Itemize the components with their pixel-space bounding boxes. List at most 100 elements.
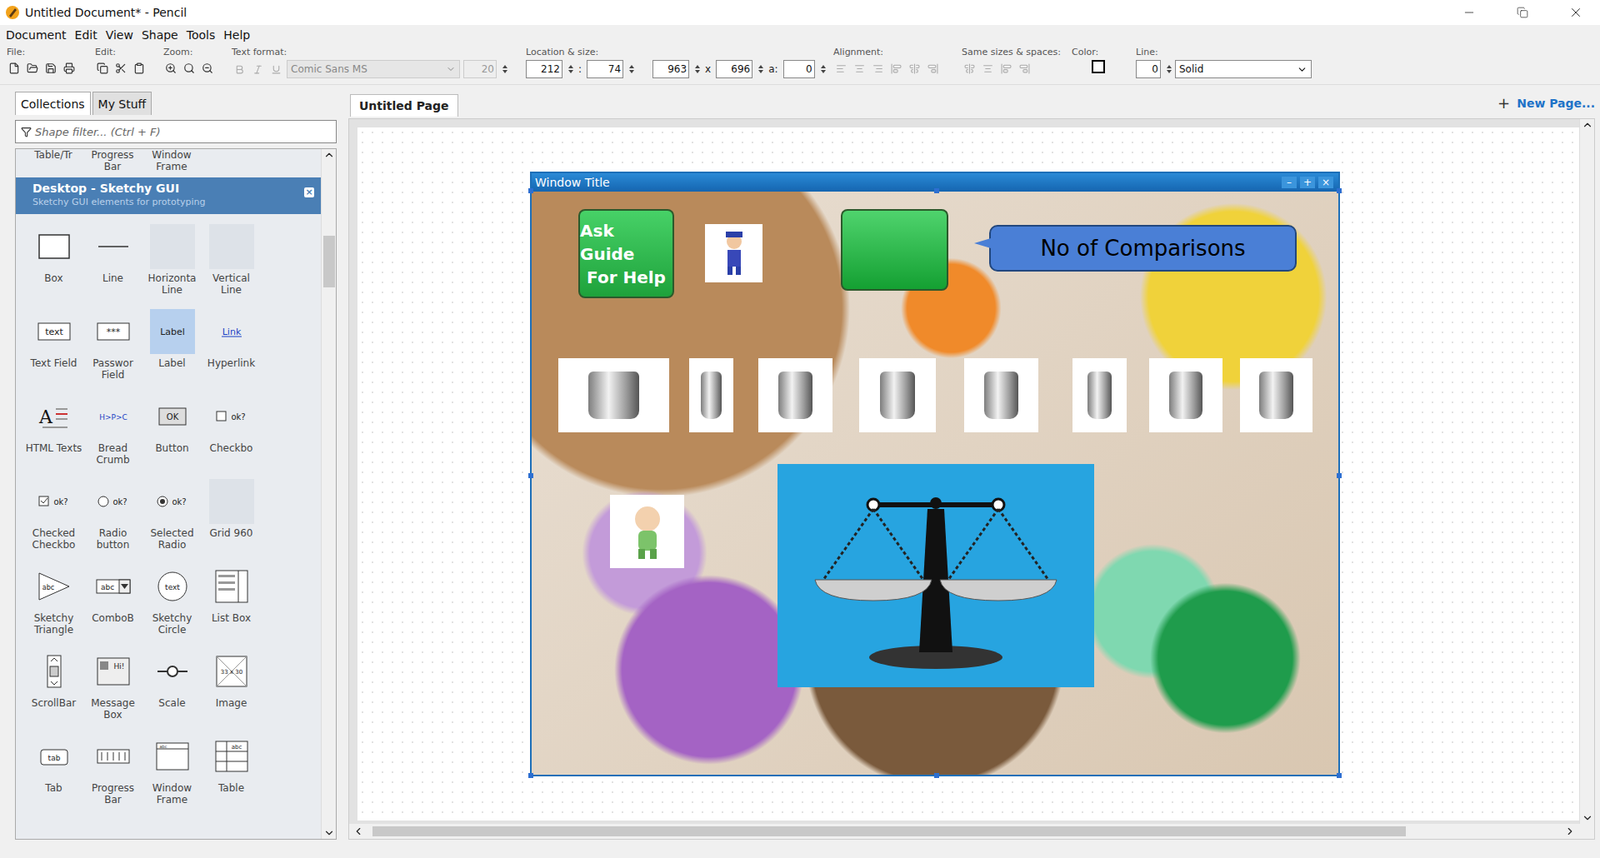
shape-item[interactable]: Progress Bar xyxy=(83,734,143,820)
shape-tile[interactable]: ok? xyxy=(150,479,195,525)
spin-input[interactable]: 74 xyxy=(586,60,624,79)
shape-item[interactable]: ***Passwor Field xyxy=(83,309,143,395)
frame-control[interactable]: – xyxy=(1281,176,1297,189)
shape-item[interactable]: Horizonta Line xyxy=(142,224,202,310)
shape-tile[interactable] xyxy=(90,224,136,270)
shape-item[interactable]: ok?Checked Checkbo xyxy=(24,479,84,565)
spin-field[interactable]: 963 xyxy=(652,60,700,79)
menu-item[interactable]: Document xyxy=(1,26,71,44)
spinner-icon[interactable] xyxy=(758,65,764,74)
scroll-up-icon[interactable] xyxy=(1581,119,1594,131)
baby-image[interactable] xyxy=(610,495,685,569)
weight-image[interactable] xyxy=(1072,358,1127,433)
shape-tile[interactable]: text xyxy=(150,564,195,610)
spin-input[interactable]: 0 xyxy=(1135,60,1161,79)
menu-item[interactable]: Shape xyxy=(137,26,183,44)
shape-item[interactable]: AHTML Texts xyxy=(24,394,84,480)
shape-item[interactable]: abcSketchy Triangle xyxy=(24,564,84,650)
canvas-h-scrollbar[interactable] xyxy=(349,824,1580,840)
scroll-down-icon[interactable] xyxy=(1581,812,1594,825)
spin-input[interactable]: 212 xyxy=(525,60,563,79)
shape-item[interactable]: ok?Radio button xyxy=(83,479,143,565)
menu-item[interactable]: Help xyxy=(219,26,255,44)
shape-item[interactable]: ScrollBar xyxy=(24,649,84,735)
window-frame[interactable]: Window Title–+×Ask GuideFor HelpNo of Co… xyxy=(530,171,1340,777)
shape-tile[interactable]: ok? xyxy=(90,479,136,525)
shape-item[interactable]: Scale xyxy=(142,649,202,735)
shape-item[interactable]: LinkHyperlink xyxy=(201,309,261,395)
spinner-icon[interactable] xyxy=(629,65,635,74)
minimize-icon[interactable] xyxy=(1445,0,1494,25)
shape-tile[interactable]: abc xyxy=(90,564,136,610)
menu-item[interactable]: View xyxy=(101,26,138,44)
new-page-button[interactable]: +New Page... xyxy=(1497,94,1595,117)
frame-control[interactable]: × xyxy=(1318,176,1334,189)
balance-scale-image[interactable] xyxy=(777,464,1095,688)
open-folder-icon[interactable] xyxy=(25,60,40,77)
shape-tile[interactable] xyxy=(90,734,136,780)
shape-item[interactable]: tabTab xyxy=(24,734,84,820)
weight-image[interactable] xyxy=(758,358,833,433)
shape-tile[interactable]: Hi! xyxy=(90,649,136,695)
weight-image[interactable] xyxy=(689,358,734,433)
shape-tile[interactable]: *** xyxy=(90,309,136,355)
shape-tile[interactable]: ok? xyxy=(31,479,77,525)
shape-tile[interactable]: A xyxy=(31,394,77,440)
scroll-down-icon[interactable] xyxy=(323,827,335,840)
ask-guide-button[interactable]: Ask GuideFor Help xyxy=(578,209,675,299)
shape-tile[interactable] xyxy=(209,224,255,270)
spin-field[interactable]: 0 xyxy=(1135,60,1172,79)
spin-field[interactable]: 20 xyxy=(463,60,508,79)
panel-scrollbar[interactable] xyxy=(320,149,336,840)
h-scroll-thumb[interactable] xyxy=(372,826,1406,837)
new-file-icon[interactable] xyxy=(6,60,22,77)
weight-image[interactable] xyxy=(859,358,936,433)
shape-item[interactable]: H>P>CBread Crumb xyxy=(83,394,143,480)
line-style-select[interactable]: Solid xyxy=(1175,60,1312,79)
selection-handle[interactable] xyxy=(1336,473,1342,479)
weight-image[interactable] xyxy=(1240,358,1313,433)
spin-input[interactable]: 696 xyxy=(715,60,753,79)
shape-item[interactable]: Grid 960 xyxy=(201,479,261,565)
shape-tile[interactable] xyxy=(150,224,195,270)
green-button[interactable] xyxy=(840,209,949,291)
comparisons-callout[interactable]: No of Comparisons xyxy=(989,225,1297,272)
spin-field[interactable]: 696 xyxy=(715,60,764,79)
selection-handle[interactable] xyxy=(1336,188,1342,194)
shape-tile[interactable] xyxy=(150,649,195,695)
shape-item[interactable]: Line xyxy=(83,224,143,310)
shape-tile[interactable] xyxy=(31,224,77,270)
shape-tile[interactable]: H>P>C xyxy=(90,394,136,440)
paste-icon[interactable] xyxy=(131,60,147,77)
shape-tile[interactable]: abc xyxy=(31,564,77,610)
spinner-icon[interactable] xyxy=(695,65,700,74)
spin-field[interactable]: 212 xyxy=(525,60,574,79)
shape-item[interactable]: abcComboB xyxy=(83,564,143,650)
shape-tile[interactable]: tab xyxy=(31,734,77,780)
weight-image[interactable] xyxy=(558,358,670,433)
spin-field[interactable]: 74 xyxy=(586,60,635,79)
shape-tile[interactable] xyxy=(209,564,255,610)
shape-item[interactable]: Vertical Line xyxy=(201,224,261,310)
panel-tab[interactable]: My Stuff xyxy=(92,91,153,115)
shape-item[interactable]: OKButton xyxy=(142,394,202,480)
spin-input[interactable]: 20 xyxy=(463,60,497,79)
close-icon[interactable] xyxy=(1551,0,1600,25)
guide-image[interactable] xyxy=(705,224,763,283)
panel-tab[interactable]: Collections xyxy=(15,91,91,115)
color-swatch[interactable] xyxy=(1091,60,1105,74)
spinner-icon[interactable] xyxy=(502,65,508,74)
menu-item[interactable]: Edit xyxy=(70,26,102,44)
zoom-in-icon[interactable] xyxy=(163,60,179,77)
page-sheet[interactable]: Window Title–+×Ask GuideFor HelpNo of Co… xyxy=(357,127,1580,821)
restore-icon[interactable] xyxy=(1498,0,1547,25)
selection-handle[interactable] xyxy=(528,188,534,194)
scroll-thumb[interactable] xyxy=(323,235,335,288)
collection-close[interactable]: × xyxy=(304,187,315,198)
zoom-reset-icon[interactable] xyxy=(181,60,197,77)
selection-handle[interactable] xyxy=(934,773,940,779)
weight-image[interactable] xyxy=(1149,358,1223,433)
shape-tile[interactable]: 33 x 30 xyxy=(209,649,255,695)
spin-input[interactable]: 963 xyxy=(652,60,690,79)
shape-filter[interactable]: Shape filter... (Ctrl + F) xyxy=(15,120,337,144)
